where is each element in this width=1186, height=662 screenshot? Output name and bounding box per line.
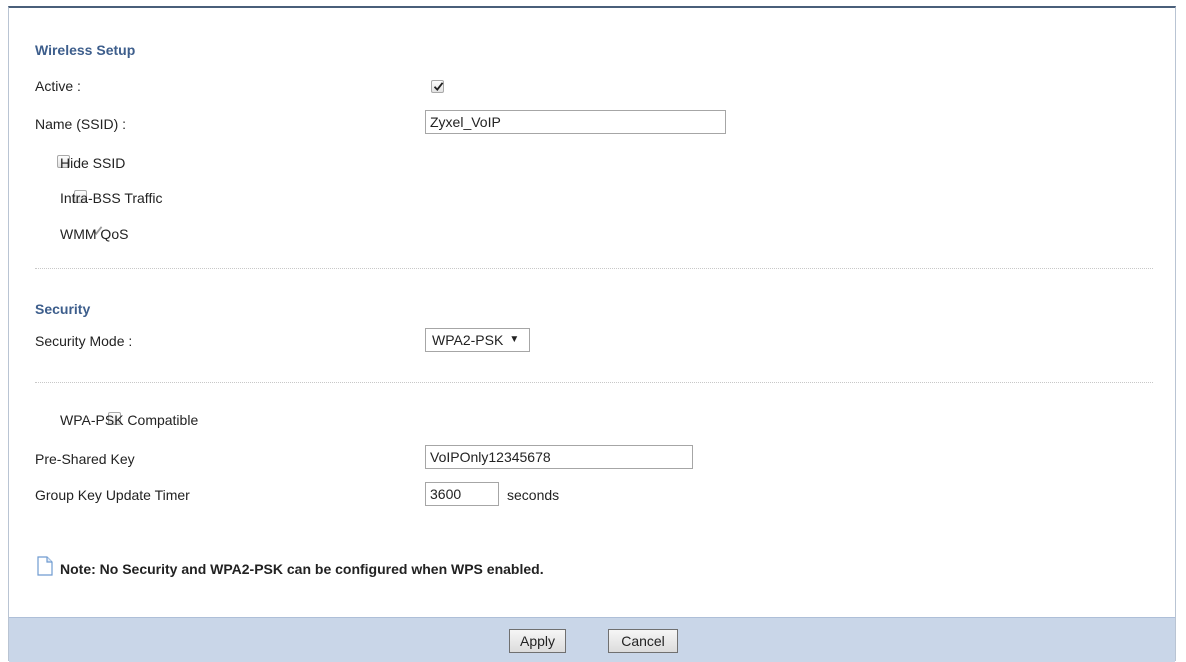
ssid-input[interactable] <box>425 110 726 134</box>
security-mode-value: WPA2-PSK <box>432 332 504 348</box>
document-icon <box>37 556 53 576</box>
check-icon <box>433 82 444 91</box>
group-key-label: Group Key Update Timer <box>35 487 190 503</box>
wpa-psk-compatible-label: WPA-PSK Compatible <box>60 412 199 428</box>
active-checkbox[interactable] <box>431 80 444 93</box>
wmm-qos-label: WMM QoS <box>60 226 129 242</box>
section-divider <box>35 382 1153 383</box>
group-key-unit: seconds <box>507 487 560 503</box>
psk-label: Pre-Shared Key <box>35 451 135 467</box>
psk-input[interactable] <box>425 445 693 469</box>
active-label: Active : <box>35 78 81 94</box>
wireless-setup-title: Wireless Setup <box>35 42 136 58</box>
intra-bss-label: Intra-BSS Traffic <box>60 190 163 206</box>
wps-note: Note: No Security and WPA2-PSK can be co… <box>60 561 544 577</box>
ssid-label: Name (SSID) : <box>35 116 127 132</box>
footer-bar: Apply Cancel <box>9 617 1175 662</box>
hide-ssid-label: Hide SSID <box>60 155 126 171</box>
group-key-input[interactable] <box>425 482 499 506</box>
security-title: Security <box>35 301 91 317</box>
apply-button[interactable]: Apply <box>509 629 566 653</box>
section-divider <box>35 268 1153 269</box>
security-mode-label: Security Mode : <box>35 333 133 349</box>
dropdown-arrow-icon: ▼ <box>509 334 520 345</box>
security-mode-select[interactable]: WPA2-PSK ▼ <box>425 328 530 352</box>
cancel-button[interactable]: Cancel <box>608 629 678 653</box>
